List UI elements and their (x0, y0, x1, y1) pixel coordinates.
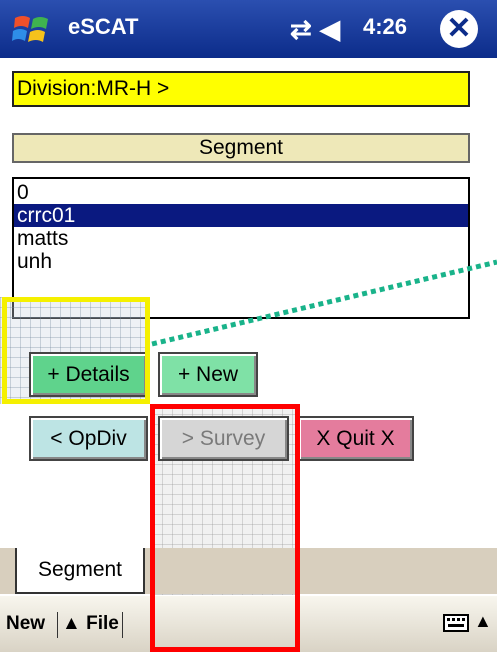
yellow-highlight-box (2, 297, 150, 404)
menu-file[interactable]: ▲ File (62, 613, 119, 635)
connectivity-icon[interactable]: ⇄ (290, 14, 312, 45)
red-highlight-box (150, 404, 300, 652)
title-bar: eSCAT ⇄ ◀ 4:26 ✕ (0, 0, 497, 58)
new-button[interactable]: + New (158, 352, 258, 397)
windows-flag-icon[interactable] (12, 12, 52, 46)
menu-divider (57, 612, 58, 638)
list-item[interactable]: matts (14, 227, 468, 250)
tab-segment[interactable]: Segment (15, 548, 145, 594)
menu-new[interactable]: New (6, 613, 45, 635)
opdiv-button[interactable]: < OpDiv (29, 416, 148, 461)
list-item-selected[interactable]: crrc01 (14, 204, 468, 227)
menu-divider (122, 612, 123, 638)
segment-header: Segment (12, 133, 470, 163)
clock[interactable]: 4:26 (363, 14, 407, 40)
list-item[interactable]: unh (14, 250, 468, 273)
keyboard-icon[interactable] (443, 612, 469, 634)
volume-icon[interactable]: ◀ (320, 14, 340, 45)
close-icon[interactable]: ✕ (440, 10, 478, 48)
list-item[interactable]: 0 (14, 181, 468, 204)
division-selector[interactable]: Division:MR-H > (12, 71, 470, 107)
quit-button[interactable]: X Quit X (297, 416, 414, 461)
app-title: eSCAT (68, 14, 139, 39)
input-menu-arrow-icon[interactable]: ▲ (474, 611, 492, 632)
